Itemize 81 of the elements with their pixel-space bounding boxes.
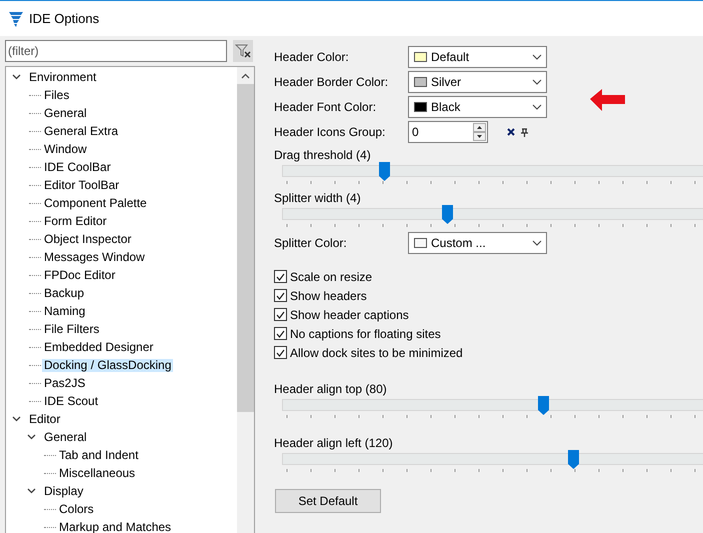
clear-filter-button[interactable] <box>233 40 253 62</box>
color-dropdown[interactable]: Silver <box>408 71 547 93</box>
collapse-caret-icon[interactable] <box>12 74 21 80</box>
filter-clear-icon <box>235 44 251 58</box>
tree-item[interactable]: Naming <box>42 304 88 318</box>
spin-down-icon[interactable] <box>473 132 486 141</box>
tree-item[interactable]: Markup and Matches <box>57 520 174 533</box>
left-arrow-icon <box>589 88 627 112</box>
tree-item[interactable]: Form Editor <box>42 214 109 228</box>
field-label: Header Icons Group: <box>274 124 386 141</box>
slider-thumb[interactable] <box>538 396 550 415</box>
window-title: IDE Options <box>29 10 100 28</box>
pin-icon <box>521 128 528 136</box>
field-label: Header Color: <box>274 49 350 66</box>
spin-field[interactable]: 0 <box>408 121 488 143</box>
chevron-down-icon <box>532 240 542 246</box>
checkbox[interactable] <box>274 327 287 340</box>
chevron-down-icon <box>532 54 542 60</box>
chevron-down-icon <box>532 79 542 85</box>
slider-thumb[interactable] <box>378 162 390 181</box>
slider-label: Header align left (120) <box>274 435 394 450</box>
tree-item[interactable]: Backup <box>42 286 86 300</box>
checkbox-label: Show headers <box>290 288 367 304</box>
check-icon <box>276 272 285 280</box>
tree-item[interactable]: IDE CoolBar <box>42 160 113 174</box>
check-icon <box>276 330 285 338</box>
tree-item[interactable]: FPDoc Editor <box>42 268 118 282</box>
spin-up-icon[interactable] <box>473 123 486 132</box>
collapse-caret-icon[interactable] <box>27 488 36 494</box>
check-icon <box>276 310 285 318</box>
tree-item[interactable]: Editor ToolBar <box>42 178 122 192</box>
set-default-button[interactable]: Set Default <box>275 489 381 513</box>
collapse-caret-icon[interactable] <box>12 416 21 422</box>
tree-item[interactable]: General <box>42 106 89 120</box>
slider-label: Drag threshold (4) <box>274 147 372 162</box>
scrollbar-thumb[interactable] <box>237 84 254 412</box>
field-label: Header Font Color: <box>274 99 378 116</box>
tree-item[interactable]: Files <box>42 88 72 102</box>
tree-item[interactable]: Editor <box>27 412 62 426</box>
tree-item[interactable]: Tab and Indent <box>57 448 140 462</box>
slider-label: Splitter width (4) <box>274 190 362 205</box>
checkbox-label: Allow dock sites to be minimized <box>290 344 463 362</box>
color-dropdown[interactable]: Default <box>408 46 547 68</box>
scroll-up-icon[interactable] <box>241 73 250 79</box>
color-dropdown[interactable]: Custom ... <box>408 232 547 254</box>
tree-item[interactable]: Display <box>42 484 86 498</box>
tree-item[interactable]: File Filters <box>42 322 102 336</box>
tree-item[interactable]: Component Palette <box>42 196 149 210</box>
slider-label: Header align top (80) <box>274 381 388 396</box>
filter-field[interactable]: (filter) <box>5 40 227 62</box>
tree-item[interactable]: Messages Window <box>42 250 147 264</box>
checkbox-label: Show header captions <box>290 306 409 324</box>
tree-item[interactable]: Environment <box>27 70 98 84</box>
tree-item[interactable]: Colors <box>57 502 96 516</box>
tree-item[interactable]: Miscellaneous <box>57 466 138 480</box>
tree-item[interactable]: IDE Scout <box>42 394 100 408</box>
chevron-down-icon <box>532 104 542 110</box>
checkbox-label: No captions for floating sites <box>290 326 441 342</box>
tree-item[interactable]: Pas2JS <box>42 376 88 390</box>
check-icon <box>276 292 285 300</box>
tree-item[interactable]: Docking / GlassDocking <box>42 358 174 372</box>
check-icon <box>276 348 285 356</box>
tree-item[interactable]: General <box>42 430 89 444</box>
field-label: Splitter Color: <box>274 235 348 252</box>
tree-item[interactable]: Embedded Designer <box>42 340 156 354</box>
tree-item[interactable]: Object Inspector <box>42 232 134 246</box>
checkbox[interactable] <box>274 289 287 302</box>
field-label: Header Border Color: <box>274 74 390 91</box>
checkbox-label: Scale on resize <box>290 268 372 286</box>
scrollbar[interactable] <box>237 67 254 533</box>
slider-thumb[interactable] <box>568 450 579 469</box>
tree-item[interactable]: Window <box>42 142 89 156</box>
close-icon <box>507 128 515 136</box>
checkbox[interactable] <box>274 270 287 283</box>
checkbox[interactable] <box>274 308 287 321</box>
tornado-icon <box>9 10 23 26</box>
color-dropdown[interactable]: Black <box>408 96 547 118</box>
tree-item[interactable]: General Extra <box>42 124 120 138</box>
slider-thumb[interactable] <box>442 205 453 224</box>
collapse-caret-icon[interactable] <box>27 434 36 440</box>
checkbox[interactable] <box>274 346 287 359</box>
